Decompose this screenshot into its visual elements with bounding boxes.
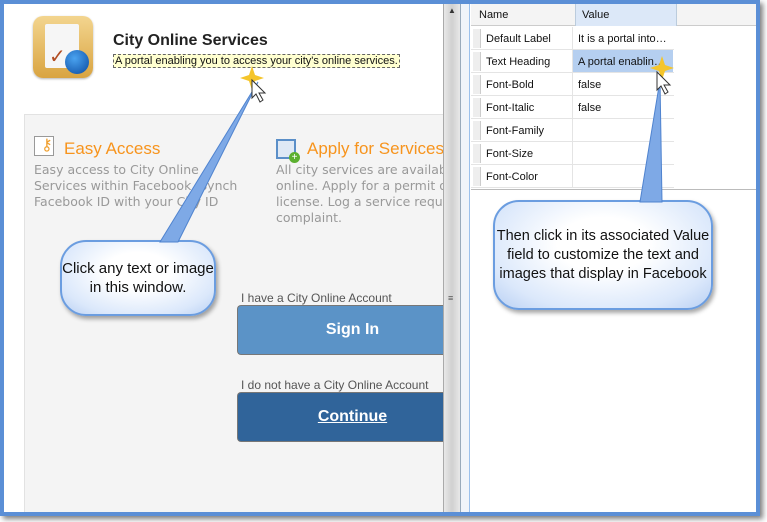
callout-value-field: Then click in its associated Value field…: [493, 200, 713, 310]
app-logo[interactable]: ✓: [33, 16, 93, 78]
no-account-label[interactable]: I do not have a City Online Account: [241, 378, 428, 392]
vertical-scrollbar[interactable]: ▲ ≡: [443, 4, 460, 512]
feature-text-easy-access[interactable]: Easy access to City Online Services with…: [34, 162, 237, 210]
grid-row[interactable]: Default Label It is a portal into…: [471, 27, 674, 50]
row-handle[interactable]: [473, 167, 481, 186]
grid-row[interactable]: Text Heading A portal enablin…: [471, 50, 674, 73]
grid-row[interactable]: Font-Size: [471, 142, 674, 165]
text-line: online. Apply for a permit or: [276, 178, 443, 193]
property-name[interactable]: Default Label: [486, 33, 551, 45]
property-name[interactable]: Font-Italic: [486, 102, 534, 114]
grid-row[interactable]: Font-Italic false: [471, 96, 674, 119]
checkmark-icon: ✓: [49, 46, 66, 68]
callout-click-text: Click any text or image in this window.: [60, 240, 216, 316]
column-header-value[interactable]: Value: [575, 4, 677, 26]
text-line: complaint.: [276, 210, 343, 225]
sign-in-button[interactable]: Sign In: [237, 305, 443, 355]
continue-button[interactable]: Continue: [237, 392, 443, 442]
property-name[interactable]: Text Heading: [486, 56, 550, 68]
row-handle[interactable]: [473, 98, 481, 117]
grid-row[interactable]: Font-Bold false: [471, 73, 674, 96]
row-handle[interactable]: [473, 52, 481, 71]
property-name[interactable]: Font-Size: [486, 148, 533, 160]
row-handle[interactable]: [473, 75, 481, 94]
feature-heading-easy-access[interactable]: Easy Access: [64, 139, 160, 159]
text-line: Services within Facebook. Synch: [34, 178, 238, 193]
property-name[interactable]: Font-Family: [486, 125, 544, 137]
property-value-field[interactable]: A portal enablin…: [572, 50, 673, 72]
app-title[interactable]: City Online Services: [113, 32, 268, 50]
key-notepad-icon[interactable]: ⚷: [34, 136, 54, 156]
scroll-up-arrow-icon[interactable]: ▲: [448, 6, 456, 15]
pane-splitter[interactable]: [460, 4, 470, 512]
property-value-field[interactable]: false: [572, 96, 673, 118]
globe-icon: [65, 50, 89, 74]
grid-row[interactable]: Font-Family: [471, 119, 674, 142]
grid-row[interactable]: Font-Color: [471, 165, 674, 188]
property-value-field[interactable]: [572, 119, 673, 141]
text-line: Easy access to City Online: [34, 162, 199, 177]
text-line: All city services are available: [276, 162, 443, 177]
grid-header: Name Value: [471, 4, 756, 26]
property-value-field[interactable]: [572, 165, 673, 187]
property-value-field[interactable]: [572, 142, 673, 164]
property-value-field[interactable]: false: [572, 73, 673, 95]
property-name[interactable]: Font-Color: [486, 171, 538, 183]
text-line: license. Log a service request or: [276, 194, 443, 209]
feature-heading-apply[interactable]: Apply for Services: [307, 139, 443, 159]
row-handle[interactable]: [473, 144, 481, 163]
property-name[interactable]: Font-Bold: [486, 79, 534, 91]
text-line: Facebook ID with your City ID: [34, 194, 219, 209]
row-handle[interactable]: [473, 121, 481, 140]
row-handle[interactable]: [473, 29, 481, 48]
app-subtitle[interactable]: A portal enabling you to access your cit…: [113, 54, 400, 68]
have-account-label[interactable]: I have a City Online Account: [241, 291, 392, 305]
property-grid: Name Value Default Label It is a portal i…: [471, 4, 756, 190]
column-header-name[interactable]: Name: [479, 9, 508, 21]
feature-text-apply[interactable]: All city services are available online. …: [276, 162, 443, 226]
apply-form-icon[interactable]: +: [276, 139, 300, 163]
property-value-field[interactable]: It is a portal into…: [572, 27, 673, 49]
scroll-grip-icon[interactable]: ≡: [448, 293, 453, 303]
